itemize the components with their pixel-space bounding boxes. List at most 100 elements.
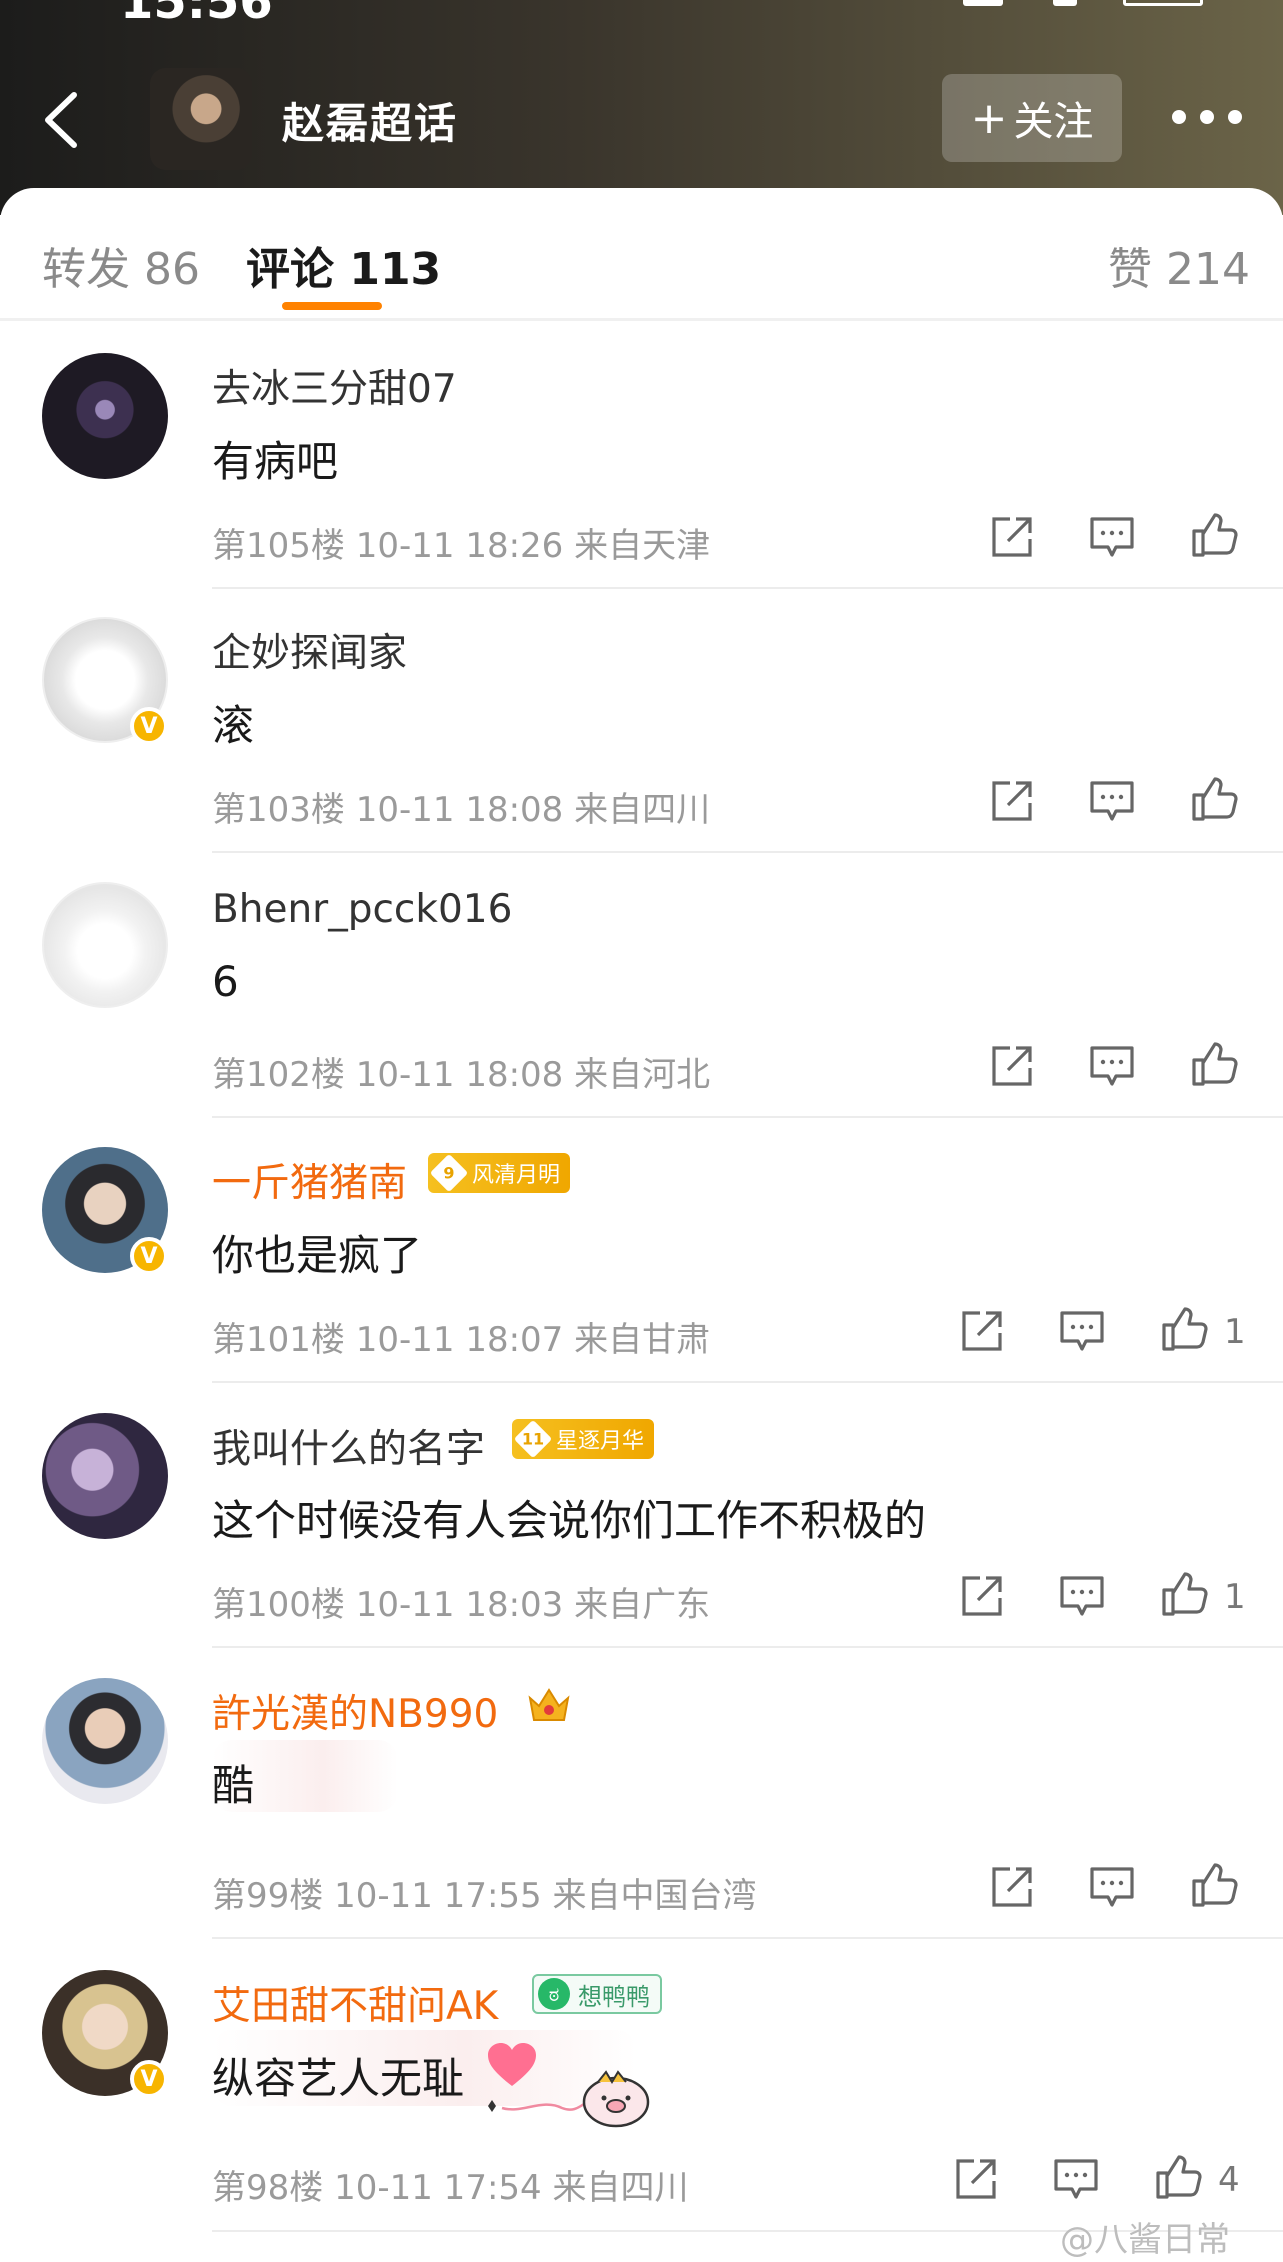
comment-floor: 第100楼	[212, 1585, 345, 1625]
comment-text: 纵容艺人无耻	[212, 2054, 465, 2103]
verified-icon: V	[130, 2060, 168, 2098]
status-time: 15:56	[120, 0, 273, 30]
topic-avatar[interactable]	[150, 68, 252, 170]
comment-location: 来自四川	[552, 2168, 689, 2208]
like-icon[interactable]	[1160, 1570, 1208, 1618]
comment-text: 有病吧	[212, 437, 339, 486]
comments-sheet: 转发 86 评论 113 赞 214	[0, 188, 1283, 2262]
status-icons	[963, 0, 1203, 6]
tab-likes[interactable]: 赞 214	[1108, 233, 1250, 297]
like-icon[interactable]	[1190, 511, 1238, 559]
comment-divider	[212, 1116, 1283, 1118]
tab-count: 214	[1166, 244, 1250, 295]
share-icon[interactable]	[988, 1042, 1036, 1090]
comment-text: 6	[212, 957, 239, 1006]
heart-icon	[488, 2043, 536, 2086]
tab-label: 转发	[42, 244, 130, 295]
comment-floor: 第103楼	[212, 790, 345, 830]
comment-floor: 第105楼	[212, 526, 345, 566]
share-icon[interactable]	[988, 777, 1036, 825]
badge-level: 11	[513, 1419, 553, 1459]
share-icon[interactable]	[988, 1863, 1036, 1911]
comment-date: 10-11 18:03	[355, 1585, 564, 1625]
like-icon[interactable]	[1190, 1040, 1238, 1088]
comment-icon[interactable]	[1052, 2155, 1100, 2203]
comment-username[interactable]: 許光漢的NB990	[212, 1683, 498, 1739]
avatar[interactable]	[42, 1678, 168, 1804]
comment-username[interactable]: 企妙探闻家	[212, 622, 407, 678]
avatar[interactable]	[42, 1413, 168, 1539]
comment-username[interactable]: 艾田甜不甜问AK	[212, 1975, 498, 2031]
comment-date: 10-11 18:07	[355, 1320, 564, 1360]
comment-username[interactable]: Bhenr_pcck016	[212, 887, 512, 932]
badge-level: 9	[429, 1153, 469, 1193]
comment-username[interactable]: 一斤猪猪南	[212, 1152, 407, 1208]
comment-date: 10-11 18:08	[355, 1055, 564, 1095]
comment-text: 酷	[212, 1761, 255, 1810]
tab-label: 赞	[1108, 244, 1152, 295]
page-title: 赵磊超话	[282, 99, 459, 148]
like-icon[interactable]	[1190, 1861, 1238, 1909]
follow-label: 关注	[1013, 99, 1094, 145]
comment-date: 10-11 17:55	[334, 1876, 542, 1916]
verified-icon: V	[130, 707, 168, 745]
comment-meta: 第102楼 10-11 18:08 来自河北	[212, 1047, 710, 1096]
comment-text: 滚	[212, 701, 255, 750]
comment-date: 10-11 17:54	[334, 2168, 542, 2208]
comment-date: 10-11 18:08	[355, 790, 564, 830]
angry-face-icon: ಠ	[538, 1978, 570, 2010]
comment-meta: 第103楼 10-11 18:08 来自四川	[212, 782, 710, 831]
comment-floor: 第102楼	[212, 1055, 345, 1095]
like-count: 1	[1224, 1312, 1246, 1352]
comment-divider	[212, 851, 1283, 853]
fan-badge[interactable]: 11 星逐月华	[512, 1419, 655, 1459]
crown-icon	[528, 1688, 570, 1721]
comment-meta: 第100楼 10-11 18:03 来自广东	[212, 1577, 710, 1626]
comment-icon[interactable]	[1058, 1572, 1106, 1620]
comment-icon[interactable]	[1088, 1863, 1136, 1911]
comment-text: 你也是疯了	[212, 1231, 423, 1280]
comment-username[interactable]: 我叫什么的名字	[212, 1418, 485, 1474]
fan-badge[interactable]: ಠ 想鸭鸭	[532, 1974, 662, 2014]
like-icon[interactable]	[1154, 2153, 1202, 2201]
like-icon[interactable]	[1160, 1305, 1208, 1353]
comment-location: 来自中国台湾	[552, 1876, 757, 1916]
avatar[interactable]	[42, 353, 168, 479]
ribbon-decoration	[488, 2100, 585, 2112]
tab-count: 86	[144, 244, 200, 295]
comment-meta: 第101楼 10-11 18:07 来自甘肃	[212, 1312, 710, 1361]
follow-button[interactable]: + 关注	[942, 74, 1122, 162]
badge-text: 风清月明	[472, 1163, 561, 1188]
comment-icon[interactable]	[1088, 513, 1136, 561]
comment-meta: 第99楼 10-11 17:55 来自中国台湾	[212, 1868, 756, 1917]
like-count: 4	[1218, 2160, 1240, 2200]
share-icon[interactable]	[952, 2155, 1000, 2203]
watermark: @八酱日常	[1060, 2220, 1230, 2260]
comment-meta: 第98楼 10-11 17:54 来自四川	[212, 2160, 688, 2209]
top-header: 15:56 赵磊超话 + 关注	[0, 0, 1283, 215]
comment-icon[interactable]	[1088, 777, 1136, 825]
comment-text: 这个时候没有人会说你们工作不积极的	[212, 1496, 927, 1545]
comment-location: 来自甘肃	[574, 1320, 711, 1360]
share-icon[interactable]	[988, 513, 1036, 561]
tab-label: 评论	[246, 244, 334, 295]
plus-icon: +	[970, 92, 1008, 144]
active-tab-indicator	[282, 302, 382, 310]
more-icon[interactable]	[1172, 104, 1244, 132]
back-arrow-icon[interactable]	[30, 85, 100, 155]
share-icon[interactable]	[958, 1572, 1006, 1620]
like-icon[interactable]	[1190, 775, 1238, 823]
comment-divider	[212, 1646, 1283, 1648]
tab-bar: 转发 86 评论 113 赞 214	[0, 188, 1283, 318]
comment-icon[interactable]	[1058, 1307, 1106, 1355]
tab-comments[interactable]: 评论 113	[246, 233, 441, 297]
fan-badge[interactable]: 9 风清月明	[428, 1153, 571, 1193]
comment-floor: 第101楼	[212, 1320, 345, 1360]
share-icon[interactable]	[958, 1307, 1006, 1355]
comment-username[interactable]: 去冰三分甜07	[212, 358, 457, 414]
tab-reposts[interactable]: 转发 86	[42, 233, 200, 297]
comment-icon[interactable]	[1088, 1042, 1136, 1090]
pig-sticker-icon	[582, 2070, 650, 2128]
avatar[interactable]	[42, 882, 168, 1008]
comment-meta: 第105楼 10-11 18:26 来自天津	[212, 518, 710, 567]
